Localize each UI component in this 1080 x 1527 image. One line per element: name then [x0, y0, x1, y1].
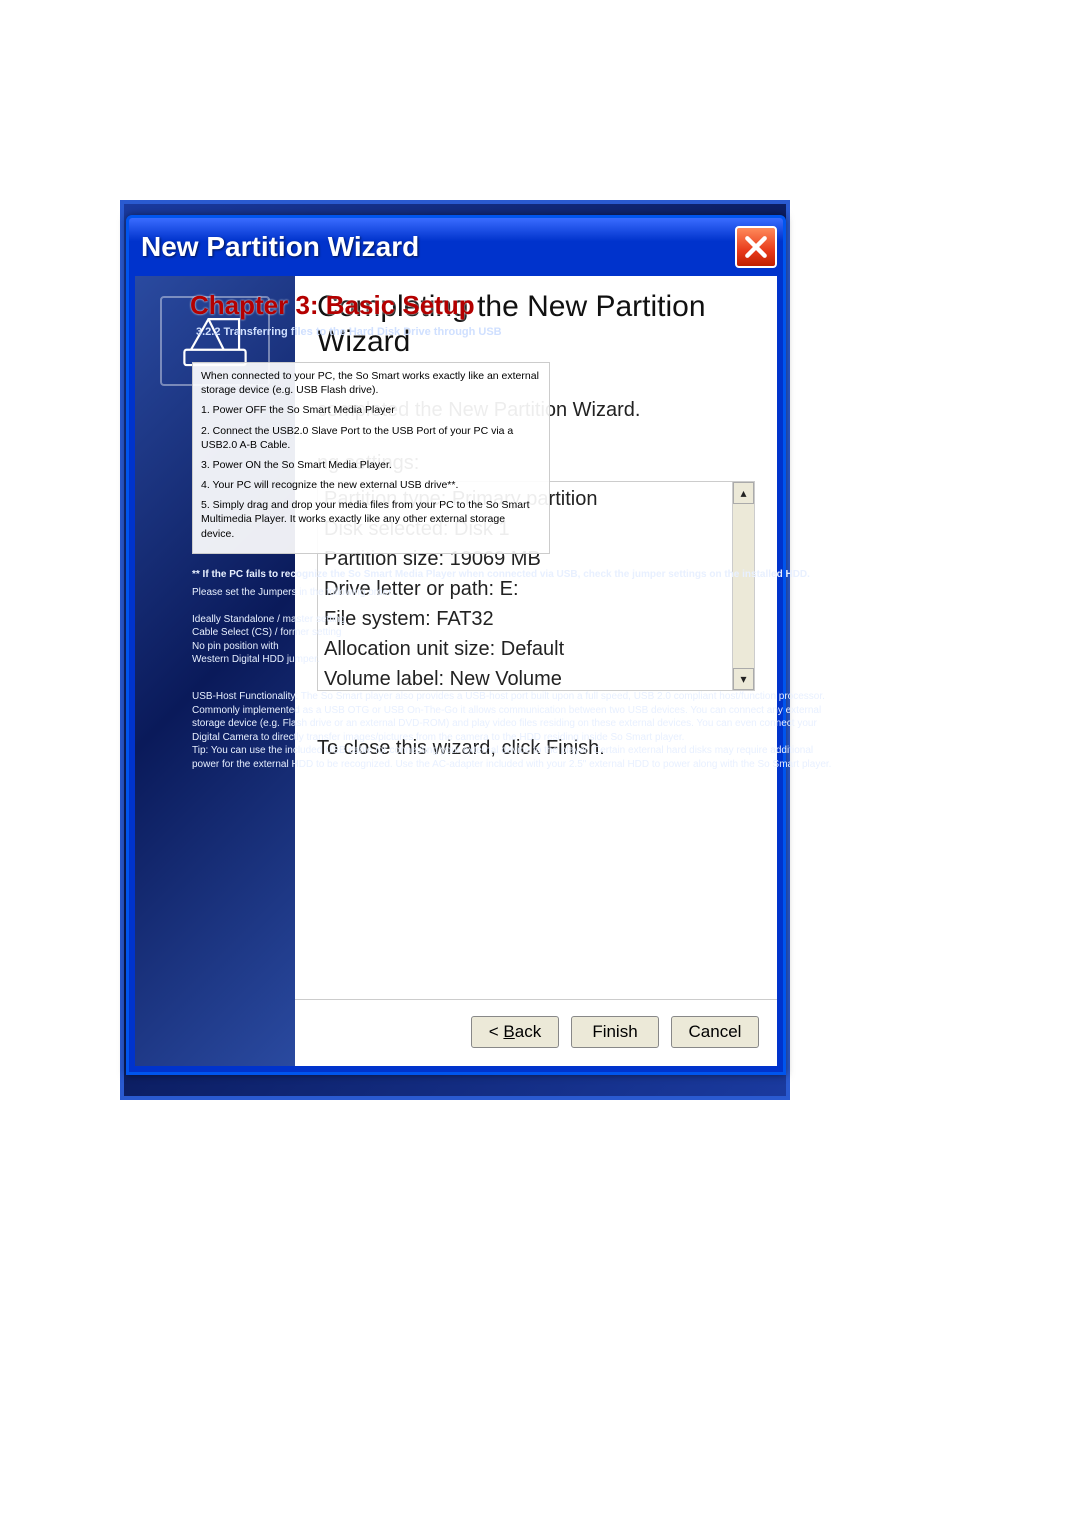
scroll-up-button[interactable]: ▴ — [733, 482, 754, 504]
settings-scrollbar[interactable]: ▴ ▾ — [732, 482, 754, 690]
scroll-down-button[interactable]: ▾ — [733, 668, 754, 690]
wizard-window: New Partition Wizard Completing the New … — [126, 215, 786, 1075]
wizard-button-row: < Back Finish Cancel — [471, 1002, 759, 1048]
partition-icon — [180, 306, 250, 376]
setting-partition-type: Partition type: Primary partition — [324, 484, 726, 514]
window-title: New Partition Wizard — [141, 231, 419, 263]
wizard-completed-line: completed the New Partition Wizard. — [317, 399, 755, 422]
settings-listbox: Partition type: Primary partition Disk s… — [317, 481, 755, 691]
wizard-sidebar — [135, 276, 295, 1066]
chevron-up-icon: ▴ — [740, 486, 746, 500]
wizard-heading: Completing the New Partition Wizard — [317, 290, 755, 359]
setting-volume-label: Volume label: New Volume — [324, 664, 726, 690]
setting-partition-size: Partition size: 19069 MB — [324, 544, 726, 574]
wizard-settings-label: ng settings: — [317, 452, 755, 475]
scroll-track[interactable] — [733, 504, 754, 668]
close-icon — [743, 234, 769, 260]
close-button[interactable] — [735, 226, 777, 268]
wizard-body: Completing the New Partition Wizard comp… — [135, 276, 777, 1066]
cancel-button[interactable]: Cancel — [671, 1016, 759, 1048]
setting-file-system: File system: FAT32 — [324, 604, 726, 634]
button-divider — [295, 999, 777, 1000]
setting-disk-selected: Disk selected: Disk 1 — [324, 514, 726, 544]
titlebar: New Partition Wizard — [129, 218, 783, 276]
setting-drive-letter: Drive letter or path: E: — [324, 574, 726, 604]
finish-button[interactable]: Finish — [571, 1016, 659, 1048]
wizard-main: Completing the New Partition Wizard comp… — [295, 276, 777, 1066]
chevron-down-icon: ▾ — [740, 672, 746, 686]
back-button[interactable]: < Back — [471, 1016, 559, 1048]
wizard-close-hint: To close this wizard, click Finish. — [317, 737, 755, 760]
wizard-sidebar-icon — [160, 296, 270, 386]
settings-text: Partition type: Primary partition Disk s… — [318, 482, 732, 690]
setting-alloc-size: Allocation unit size: Default — [324, 634, 726, 664]
